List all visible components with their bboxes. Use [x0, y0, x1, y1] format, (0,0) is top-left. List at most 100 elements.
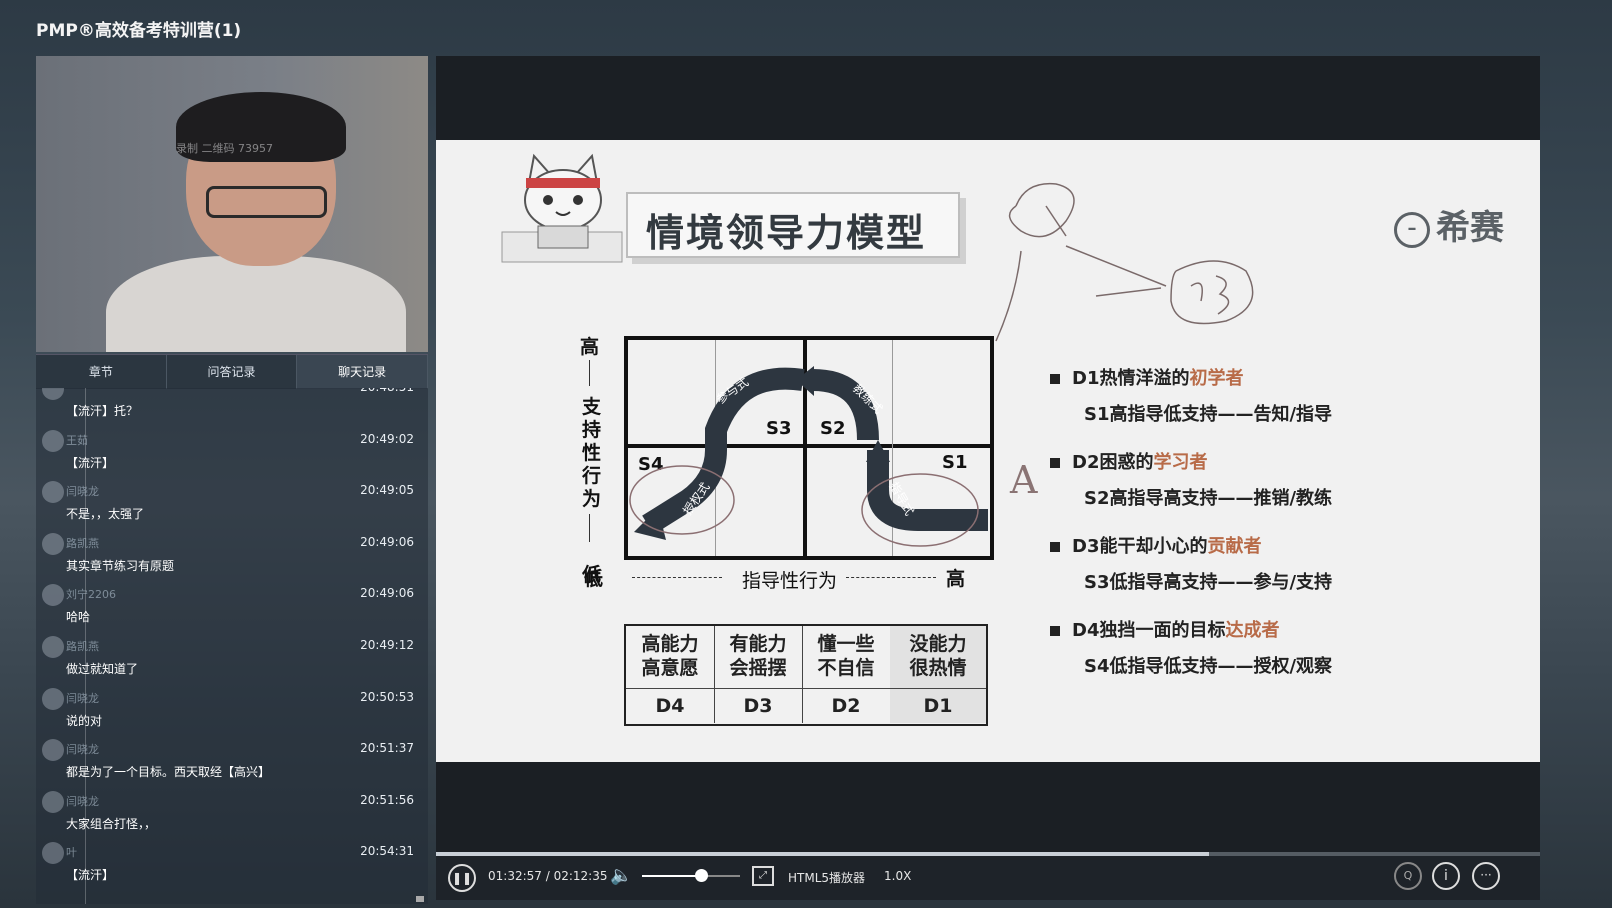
- chat-message: 刘宁2206 20:49:06 哈哈: [36, 580, 428, 632]
- level-d4: D4: [626, 689, 715, 723]
- d2-ability: 懂一些: [817, 633, 875, 655]
- brand-logo: – 希赛: [1394, 200, 1504, 249]
- curve-arrows: [629, 366, 988, 547]
- volume-knob[interactable]: [694, 869, 708, 882]
- chat-message: 闫晓龙 20:49:05 不是，，太强了: [36, 477, 428, 529]
- message-time: 20:51:37: [360, 741, 414, 756]
- message-text: 哈哈: [66, 610, 91, 625]
- tab-chapters[interactable]: 章节: [36, 355, 167, 389]
- message-text: 【流汗】: [66, 455, 115, 470]
- message-time: 20:49:06: [360, 586, 414, 601]
- development-level-table: 高能力 高意愿 有能力 会摇摆 懂一些 不自信 没能力 很热情 D4 D3 D2…: [624, 624, 988, 726]
- chat-message: 路凯燕 20:49:06 其实章节练习有原题: [36, 529, 428, 581]
- fullscreen-icon[interactable]: ⤢: [752, 866, 774, 886]
- bullet-highlight: 初学者: [1189, 368, 1244, 389]
- presenter-glasses: [206, 186, 327, 218]
- y-axis-arrow-down: [589, 514, 590, 542]
- user-name: 闫晓龙: [66, 485, 99, 499]
- bullet-subline: S4低指导低支持——授权/观察: [1084, 656, 1333, 677]
- time-display: 01:32:57 / 02:12:35: [488, 869, 608, 883]
- webcam-watermark: 录制 二维码 73957: [176, 142, 273, 155]
- user-name: 叶: [66, 846, 77, 860]
- message-time: 20:48:51: [360, 388, 414, 394]
- bullet-main: D3能干却小心的: [1072, 536, 1208, 557]
- tab-chat-records[interactable]: 聊天记录: [297, 355, 429, 389]
- more-icon[interactable]: ···: [1472, 862, 1500, 890]
- total-time: 02:12:35: [553, 869, 608, 883]
- bullet-highlight: 达成者: [1225, 620, 1280, 641]
- message-time: 20:54:31: [360, 844, 414, 859]
- player-name[interactable]: HTML5播放器: [788, 869, 865, 886]
- table-col-d3: 有能力 会摇摆: [714, 626, 803, 689]
- slide: 情境领导力模型 – 希赛 高 支持性行为 低 S3 S2 S4 S1 参与式 教…: [436, 140, 1540, 762]
- qa-icon[interactable]: Q: [1394, 862, 1422, 890]
- chat-message: 闫晓龙 20:51:56 大家组合打怪，，: [36, 787, 428, 839]
- x-axis-label: 指导性行为: [742, 570, 838, 592]
- user-avatar: [42, 636, 64, 658]
- message-time: 20:51:56: [360, 792, 414, 807]
- info-icon[interactable]: i: [1432, 862, 1460, 890]
- playback-progress-bar[interactable]: [436, 852, 1540, 856]
- volume-icon[interactable]: 🔈: [610, 865, 632, 886]
- user-name: 王茹: [66, 433, 88, 447]
- video-player[interactable]: 情境领导力模型 – 希赛 高 支持性行为 低 S3 S2 S4 S1 参与式 教…: [436, 56, 1540, 900]
- bullet-highlight: 贡献者: [1207, 536, 1262, 557]
- bullet-point: D1热情洋溢的初学者: [1050, 364, 1243, 390]
- user-avatar: [42, 739, 64, 762]
- user-name: 闫晓龙: [66, 691, 99, 705]
- message-time: 20:49:02: [360, 431, 414, 446]
- user-avatar: [42, 429, 64, 452]
- bullet-subline: S1高指导低支持——告知/指导: [1084, 404, 1333, 425]
- message-time: 20:50:53: [360, 689, 414, 704]
- app-title: PMP®高效备考特训营(1): [36, 21, 242, 41]
- user-name: 闫晓龙: [66, 743, 99, 757]
- chat-message: 叶 20:54:31 【流汗】: [36, 838, 428, 890]
- annotation-letter: A: [1010, 458, 1038, 502]
- tab-qa-records[interactable]: 问答记录: [166, 355, 298, 389]
- d1-ability: 没能力: [909, 633, 967, 655]
- chat-message: 路凯燕 20:49:12 做过就知道了: [36, 632, 428, 684]
- user-avatar: [42, 687, 64, 710]
- d4-will: 高意愿: [641, 657, 699, 679]
- table-col-d2: 懂一些 不自信: [802, 626, 891, 689]
- chat-panel[interactable]: 20:48:51【流汗】托？王茹20:49:02【流汗】闫晓龙20:49:05不…: [36, 388, 428, 904]
- playback-speed[interactable]: 1.0X: [884, 869, 911, 883]
- pause-icon[interactable]: ❚❚: [448, 864, 476, 892]
- message-text: 说的对: [66, 713, 103, 728]
- chat-message: 闫晓龙 20:51:37 都是为了一个目标。西天取经【高兴】: [36, 735, 428, 787]
- x-axis-arrow-right: [846, 577, 936, 578]
- table-col-d4: 高能力 高意愿: [626, 626, 715, 689]
- bullet-square-icon: [1050, 542, 1060, 552]
- slide-title-box: 情境领导力模型: [626, 192, 960, 258]
- y-axis-high: 高: [580, 336, 600, 358]
- bullet-point: D2困惑的学习者: [1050, 448, 1207, 474]
- bullet-square-icon: [1050, 374, 1060, 384]
- time-separator: /: [545, 869, 554, 883]
- user-name: 路凯燕: [66, 640, 99, 653]
- d4-ability: 高能力: [641, 633, 699, 655]
- message-text: 其实章节练习有原题: [66, 558, 175, 573]
- message-text: 【流汗】托？: [66, 404, 139, 418]
- user-avatar: [42, 532, 64, 555]
- message-time: 20:49:12: [360, 638, 414, 652]
- bullet-square-icon: [1050, 626, 1060, 636]
- user-name: 闫晓龙: [66, 794, 99, 808]
- playback-progress-fill: [436, 852, 1209, 856]
- bullet-subline: S2高指导高支持——推销/教练: [1084, 488, 1333, 509]
- user-avatar: [42, 790, 64, 813]
- leadership-grid: S3 S2 S4 S1 参与式 教练式 授权式 指导式: [624, 336, 994, 560]
- mascot-cat-icon: [501, 153, 623, 263]
- scroll-indicator[interactable]: [416, 896, 424, 902]
- level-d3: D3: [714, 689, 803, 723]
- bullet-point: D4独挡一面的目标达成者: [1050, 616, 1279, 642]
- player-controls: ❚❚ 01:32:57 / 02:12:35 🔈 ⤢ HTML5播放器 1.0X…: [436, 852, 1540, 900]
- table-col-d1: 没能力 很热情: [890, 626, 986, 689]
- message-time: 20:49:05: [360, 483, 414, 498]
- d3-ability: 有能力: [729, 633, 787, 655]
- bullet-subline: S3低指导高支持——参与/支持: [1084, 572, 1333, 593]
- brand-mark-icon: –: [1394, 211, 1430, 248]
- message-text: 【流汗】: [66, 868, 115, 883]
- volume-slider[interactable]: [642, 869, 740, 882]
- presenter-body: [106, 256, 406, 352]
- bullet-main: D2困惑的: [1072, 452, 1154, 473]
